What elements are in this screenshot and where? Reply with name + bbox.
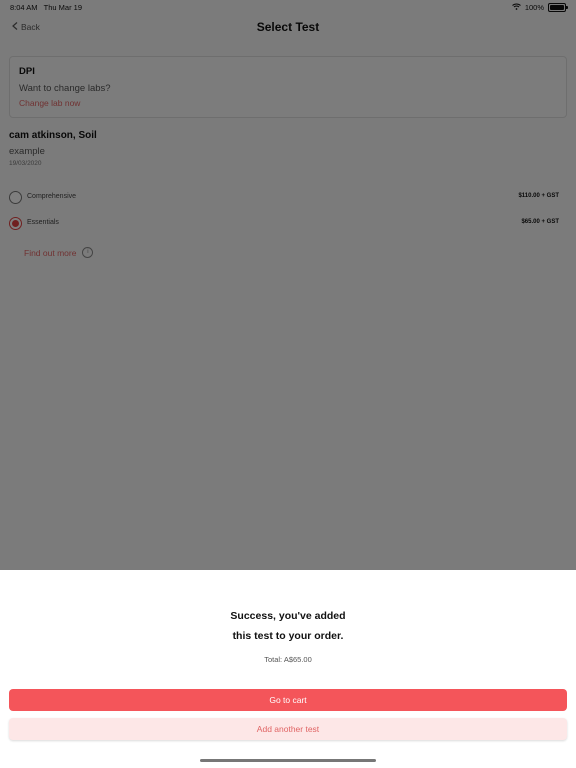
go-to-cart-button[interactable]: Go to cart: [9, 689, 567, 711]
success-line-1: Success, you've added: [230, 610, 346, 622]
success-line-2: this test to your order.: [232, 630, 344, 642]
success-message: Success, you've added this test to your …: [0, 606, 576, 646]
add-another-test-button[interactable]: Add another test: [9, 718, 567, 740]
home-indicator: [200, 759, 376, 762]
success-sheet: Success, you've added this test to your …: [0, 570, 576, 768]
order-total: Total: A$65.00: [264, 655, 312, 664]
